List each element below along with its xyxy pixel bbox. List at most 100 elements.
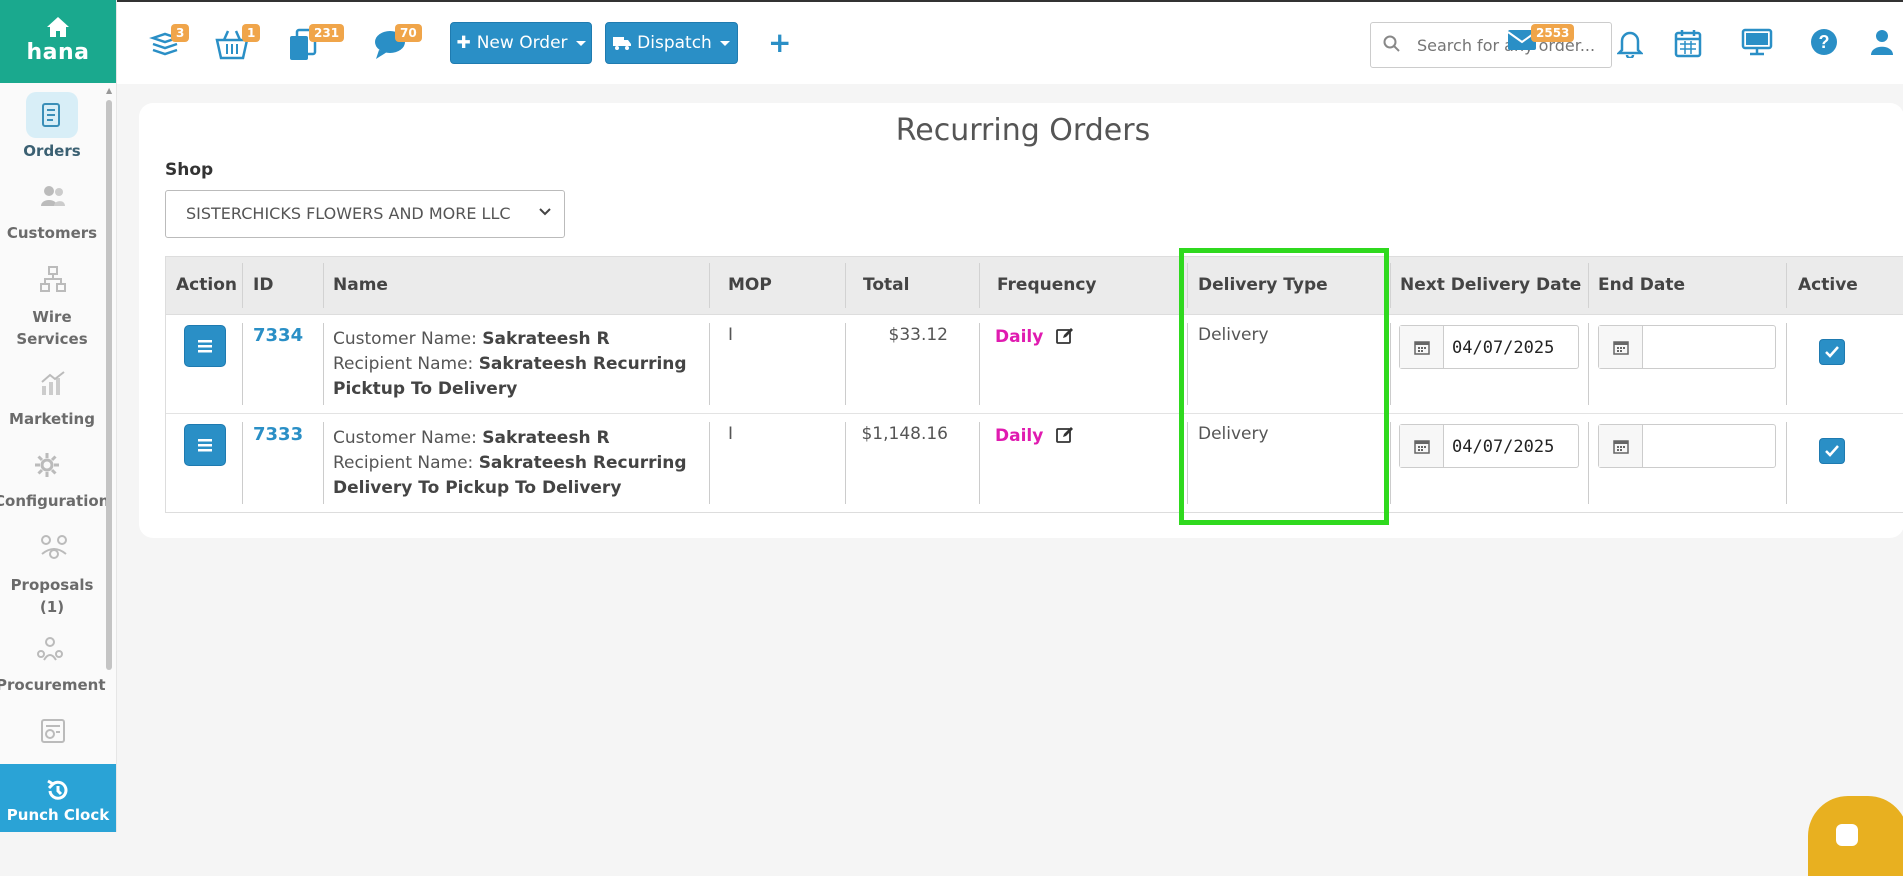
chat-button[interactable]: 70 <box>373 24 422 68</box>
order-id-link[interactable]: 7334 <box>253 325 303 346</box>
edit-icon[interactable] <box>1056 426 1074 444</box>
sidebar-item-label: Services <box>16 330 88 348</box>
search-box[interactable] <box>1370 22 1612 68</box>
customer-name-label: Customer Name: <box>333 428 483 448</box>
tasks-button[interactable]: 3 <box>149 24 190 68</box>
cart-badge: 1 <box>242 24 261 42</box>
row-action-menu-button[interactable] <box>184 424 226 466</box>
column-header-active[interactable]: Active <box>1798 275 1858 295</box>
active-checkbox[interactable] <box>1819 438 1845 464</box>
home-icon <box>47 17 69 37</box>
column-header-end-date[interactable]: End Date <box>1598 275 1685 295</box>
order-id-link[interactable]: 7333 <box>253 424 303 445</box>
page-title: Recurring Orders <box>895 113 1151 148</box>
add-tab-button[interactable]: + <box>768 26 791 59</box>
customer-name: Sakrateesh R <box>482 329 610 349</box>
top-bar: 3 1 231 70 ✚ New Order Dispatch + 2553 <box>117 0 1903 84</box>
sidebar-item-label: Configuration <box>0 492 110 510</box>
sidebar-item-label: Procurement <box>0 676 106 694</box>
dispatch-label: Dispatch <box>637 33 712 53</box>
column-header-name[interactable]: Name <box>333 275 388 295</box>
sidebar-item-reports[interactable] <box>0 708 104 758</box>
sidebar-item-customers[interactable]: Customers <box>0 174 104 242</box>
truck-icon <box>613 37 632 50</box>
sidebar-item-label: Proposals <box>10 576 94 594</box>
next-delivery-date-input[interactable] <box>1450 335 1574 361</box>
procurement-icon <box>22 626 74 672</box>
edit-icon[interactable] <box>1056 327 1074 345</box>
column-header-next-delivery-date[interactable]: Next Delivery Date <box>1400 275 1581 295</box>
chevron-down-icon <box>575 40 586 46</box>
end-date-input[interactable] <box>1649 335 1773 361</box>
display-button[interactable] <box>1741 28 1781 68</box>
customer-name-label: Customer Name: <box>333 329 483 349</box>
row-action-menu-button[interactable] <box>184 325 226 367</box>
home-logo[interactable]: hana <box>0 0 116 83</box>
calendar-icon[interactable] <box>1400 425 1444 467</box>
svg-text:?: ? <box>1819 32 1830 52</box>
end-date-field[interactable] <box>1598 325 1776 369</box>
next-delivery-date-field[interactable] <box>1399 325 1579 369</box>
recipient-name-label: Recipient Name: <box>333 354 479 374</box>
bell-icon <box>1615 31 1645 60</box>
scroll-up-icon[interactable]: ▲ <box>106 86 112 95</box>
shop-select[interactable]: SISTERCHICKS FLOWERS AND MORE LLC <box>165 190 565 238</box>
column-header-mop[interactable]: MOP <box>728 275 772 295</box>
mail-button[interactable]: 2553 <box>1507 24 1575 68</box>
chevron-down-icon <box>719 40 730 46</box>
notifications-button[interactable] <box>1615 28 1657 68</box>
calendar-icon[interactable] <box>1599 326 1643 368</box>
dispatch-button[interactable]: Dispatch <box>605 22 738 64</box>
table-row: 7333 Customer Name: Sakrateesh R Recipie… <box>166 414 1903 512</box>
calendar-icon[interactable] <box>1599 425 1643 467</box>
copies-button[interactable]: 231 <box>287 24 345 68</box>
sidebar-item-wire-services[interactable]: Wire Services <box>0 256 104 350</box>
help-button[interactable]: ? <box>1810 28 1850 68</box>
total-value: $1,148.16 <box>861 424 948 444</box>
sidebar-item-label: (1) <box>39 598 65 616</box>
active-checkbox[interactable] <box>1819 339 1845 365</box>
recurring-orders-card: Recurring Orders Shop SISTERCHICKS FLOWE… <box>139 103 1903 538</box>
column-header-frequency[interactable]: Frequency <box>997 275 1097 295</box>
next-delivery-date-input[interactable] <box>1450 434 1574 460</box>
sidebar-item-label: Orders <box>23 142 81 160</box>
next-delivery-date-field[interactable] <box>1399 424 1579 468</box>
wire-services-icon <box>26 256 78 302</box>
new-order-label: New Order <box>476 33 568 53</box>
proposals-icon <box>26 524 78 570</box>
sidebar-item-label: Wire <box>32 308 72 326</box>
order-name-cell: Customer Name: Sakrateesh R Recipient Na… <box>333 426 713 501</box>
frequency-value: Daily <box>995 426 1044 446</box>
recipient-name-label: Recipient Name: <box>333 453 479 473</box>
punch-clock-icon <box>47 779 68 800</box>
sidebar-item-proposals[interactable]: Proposals (1) <box>0 524 104 618</box>
table-header: Action ID Name MOP Total Frequency Deliv… <box>166 257 1903 315</box>
tasks-badge: 3 <box>171 24 190 42</box>
sidebar-item-marketing[interactable]: Marketing <box>0 360 104 428</box>
punch-clock-button[interactable]: Punch Clock <box>0 764 116 832</box>
sidebar-item-orders[interactable]: Orders <box>0 92 104 160</box>
sidebar-scrollbar[interactable]: ▲ <box>104 86 114 768</box>
customer-name: Sakrateesh R <box>482 428 610 448</box>
user-icon <box>1871 30 1893 55</box>
user-button[interactable] <box>1869 28 1903 68</box>
mop-value: I <box>728 325 734 345</box>
sidebar-item-configuration[interactable]: Configuration <box>0 442 109 510</box>
configuration-icon <box>20 442 72 488</box>
end-date-field[interactable] <box>1598 424 1776 468</box>
shop-label: Shop <box>165 160 214 180</box>
column-header-action: Action <box>176 275 237 295</box>
column-header-total[interactable]: Total <box>863 275 909 295</box>
support-chat-button[interactable] <box>1808 796 1903 876</box>
calendar-icon[interactable] <box>1400 326 1444 368</box>
scrollbar-thumb[interactable] <box>106 100 112 670</box>
sidebar: hana Orders Customers Wire Services Mark… <box>0 0 117 832</box>
calendar-button[interactable] <box>1674 28 1714 68</box>
sidebar-item-procurement[interactable]: Procurement <box>0 626 106 694</box>
end-date-input[interactable] <box>1649 434 1773 460</box>
column-header-id[interactable]: ID <box>253 275 273 295</box>
new-order-button[interactable]: ✚ New Order <box>450 22 592 64</box>
calendar-icon <box>1674 30 1702 58</box>
monitor-icon <box>1741 28 1773 56</box>
cart-button[interactable]: 1 <box>214 24 261 68</box>
